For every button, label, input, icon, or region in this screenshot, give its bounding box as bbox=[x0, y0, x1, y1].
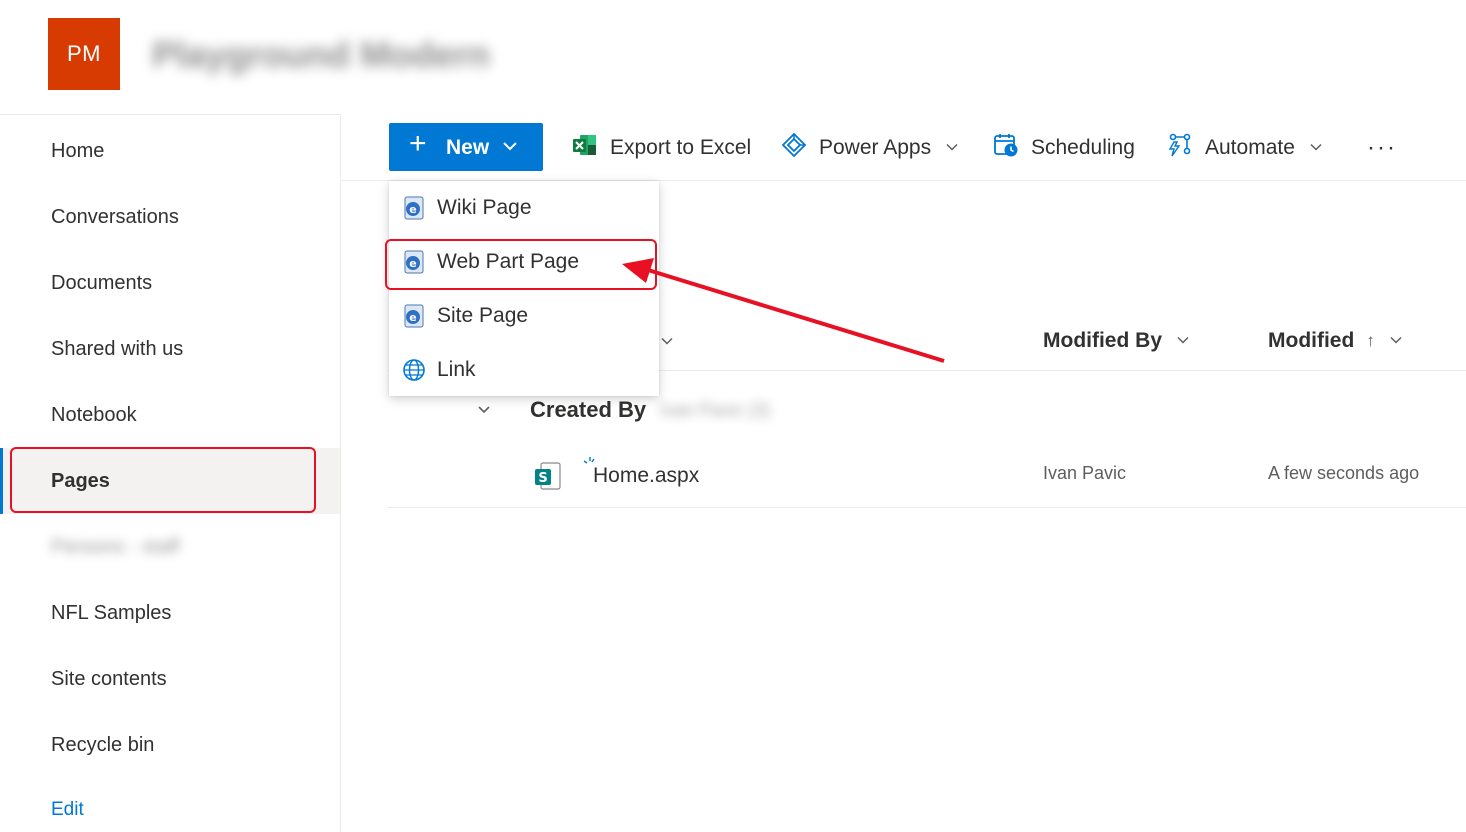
site-header: PM Playground Modern bbox=[0, 0, 1466, 114]
scheduling-label: Scheduling bbox=[1031, 136, 1135, 159]
svg-text:e: e bbox=[409, 203, 416, 216]
modified-cell: A few seconds ago bbox=[1268, 463, 1420, 483]
power-apps-button[interactable]: Power Apps bbox=[781, 132, 971, 164]
site-title[interactable]: Playground Modern bbox=[152, 34, 490, 76]
modified-by-cell[interactable]: Ivan Pavic bbox=[1043, 463, 1126, 484]
nav-item-label: Home bbox=[51, 139, 105, 162]
nav-item-blurred[interactable]: Persons - staff bbox=[0, 514, 340, 580]
column-header-modified-by[interactable]: Modified By bbox=[1043, 326, 1190, 356]
menu-item-site-page[interactable]: e Site Page bbox=[389, 289, 659, 343]
nav-edit-link[interactable]: Edit bbox=[51, 799, 84, 821]
power-apps-icon bbox=[781, 132, 819, 164]
chevron-down-icon bbox=[1176, 329, 1190, 353]
menu-item-wiki-page[interactable]: e Wiki Page bbox=[389, 181, 659, 235]
name-column-chevron-icon[interactable] bbox=[660, 326, 674, 356]
column-header-label: Modified bbox=[1268, 329, 1355, 352]
plus-icon: + bbox=[409, 127, 427, 160]
sort-ascending-icon: ↑ bbox=[1366, 331, 1375, 350]
site-logo[interactable]: PM bbox=[48, 18, 120, 90]
sharepoint-page-icon: S bbox=[533, 461, 563, 496]
annotation-box-pages bbox=[10, 447, 316, 513]
menu-item-label: Site Page bbox=[437, 304, 529, 327]
new-button-label: New bbox=[446, 136, 490, 159]
nav-item-recycle-bin[interactable]: Recycle bin bbox=[0, 712, 340, 778]
nav-item-label: Persons - staff bbox=[51, 535, 180, 558]
power-apps-label: Power Apps bbox=[819, 136, 932, 159]
nav-item-label: Documents bbox=[51, 271, 153, 294]
nav-item-shared-with-us[interactable]: Shared with us bbox=[0, 316, 340, 382]
nav-item-label: Conversations bbox=[51, 205, 179, 228]
chevron-down-icon bbox=[1309, 136, 1335, 160]
chevron-down-icon bbox=[945, 136, 971, 160]
group-value: Ivan Pavic (3) bbox=[660, 399, 771, 420]
new-button[interactable]: + New bbox=[389, 123, 543, 171]
nav-item-label: NFL Samples bbox=[51, 601, 172, 624]
chevron-down-icon bbox=[501, 137, 519, 161]
nav-item-label: Recycle bin bbox=[51, 733, 155, 756]
menu-item-label: Wiki Page bbox=[437, 196, 532, 219]
nav-item-home[interactable]: Home bbox=[0, 118, 340, 184]
row-divider bbox=[388, 507, 1466, 508]
chevron-down-icon bbox=[1389, 329, 1403, 353]
svg-text:S: S bbox=[538, 471, 547, 486]
group-label: Created By bbox=[530, 397, 647, 422]
automate-button[interactable]: Automate bbox=[1167, 133, 1335, 163]
globe-icon bbox=[401, 357, 427, 383]
nav-item-label: Notebook bbox=[51, 403, 137, 426]
chevron-down-icon[interactable] bbox=[476, 402, 492, 418]
calendar-clock-icon bbox=[993, 132, 1031, 164]
group-header[interactable]: Created By Ivan Pavic (3) bbox=[476, 394, 770, 426]
export-to-excel-label: Export to Excel bbox=[610, 136, 752, 159]
page-icon: e bbox=[401, 195, 427, 221]
svg-text:e: e bbox=[409, 311, 416, 324]
column-header-modified[interactable]: Modified ↑ bbox=[1268, 326, 1403, 356]
nav-item-site-contents[interactable]: Site contents bbox=[0, 646, 340, 712]
menu-item-label: Link bbox=[437, 358, 476, 381]
annotation-box-web-part-page bbox=[385, 239, 657, 290]
automate-icon bbox=[1167, 132, 1205, 164]
excel-icon bbox=[572, 133, 610, 163]
nav-item-notebook[interactable]: Notebook bbox=[0, 382, 340, 448]
scheduling-button[interactable]: Scheduling bbox=[993, 133, 1135, 163]
export-to-excel-button[interactable]: Export to Excel bbox=[572, 133, 751, 163]
menu-item-link[interactable]: Link bbox=[389, 343, 659, 397]
nav-item-label: Site contents bbox=[51, 667, 167, 690]
automate-label: Automate bbox=[1205, 136, 1295, 159]
more-options-icon[interactable]: ··· bbox=[1367, 134, 1397, 162]
command-bar: + New Export to Excel Power Apps Schedul… bbox=[341, 114, 1466, 181]
nav-item-conversations[interactable]: Conversations bbox=[0, 184, 340, 250]
nav-item-documents[interactable]: Documents bbox=[0, 250, 340, 316]
column-header-label: Modified By bbox=[1043, 329, 1162, 352]
page-icon: e bbox=[401, 303, 427, 329]
nav-item-label: Shared with us bbox=[51, 337, 184, 360]
nav-item-nfl-samples[interactable]: NFL Samples bbox=[0, 580, 340, 646]
file-name-link[interactable]: Home.aspx bbox=[593, 464, 699, 488]
